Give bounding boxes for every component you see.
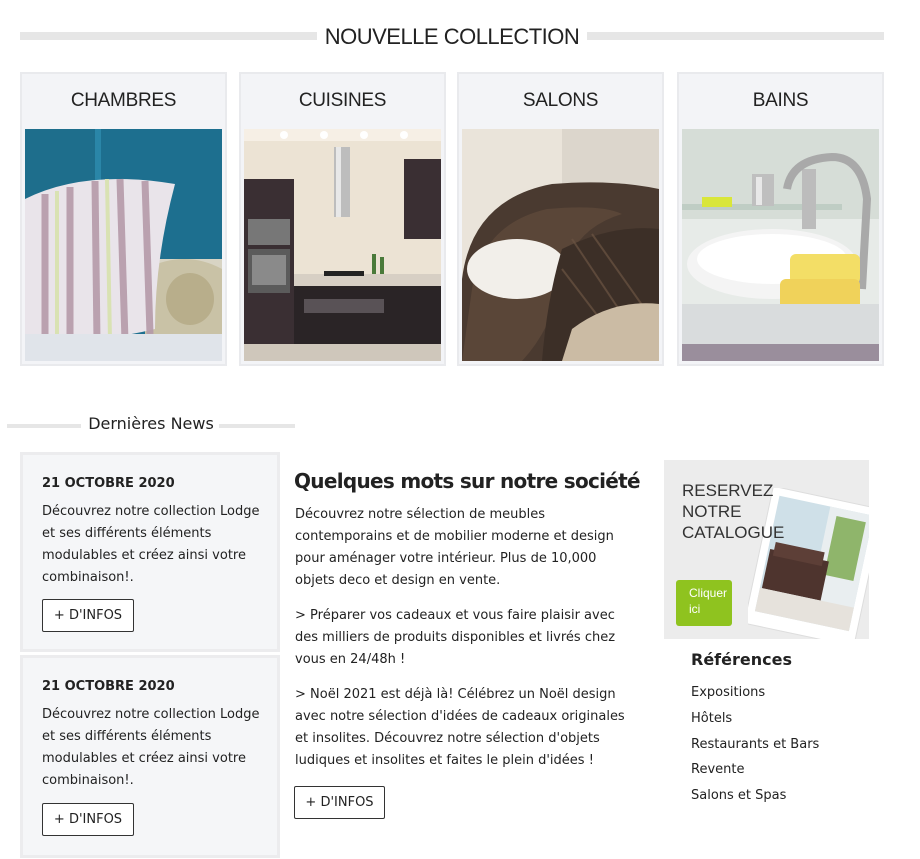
news-section-title: Dernières News (88, 414, 214, 433)
news-section-header: Dernières News (7, 414, 295, 436)
catalogue-promo-banner[interactable]: RESERVEZ NOTRE CATALOGUE Cliquer ici (664, 460, 869, 639)
about-title: Quelques mots sur notre société (294, 469, 641, 493)
references-title: Références (691, 650, 792, 669)
category-card-salons[interactable]: SALONS (457, 72, 664, 366)
news-date: 21 OCTOBRE 2020 (42, 679, 175, 694)
catalogue-click-button[interactable]: Cliquer ici (676, 580, 732, 626)
news-card: 21 OCTOBRE 2020 Découvrez notre collecti… (20, 452, 280, 652)
category-label: SALONS (522, 90, 599, 111)
references-list: Expositions Hôtels Restaurants et Bars R… (691, 680, 819, 809)
about-more-info-button[interactable]: + D'INFOS (294, 786, 385, 819)
category-card-bains[interactable]: BAINS (677, 72, 884, 366)
news-card: 21 OCTOBRE 2020 Découvrez notre collecti… (20, 655, 280, 858)
reference-link-hotels[interactable]: Hôtels (691, 706, 819, 732)
news-date: 21 OCTOBRE 2020 (42, 476, 175, 491)
category-image-bedroom[interactable] (25, 129, 222, 361)
news-more-info-button[interactable]: + D'INFOS (42, 803, 134, 836)
news-text: Découvrez notre collection Lodge et ses … (42, 707, 260, 788)
about-paragraph: > Préparer vos cadeaux et vous faire pla… (295, 608, 616, 667)
section-title-new-collection: NOUVELLE COLLECTION (0, 24, 904, 50)
category-label: BAINS (752, 90, 809, 111)
category-image-kitchen[interactable] (244, 129, 441, 361)
category-card-cuisines[interactable]: CUISINES (239, 72, 446, 366)
category-label: CHAMBRES (70, 90, 177, 111)
category-card-chambres[interactable]: CHAMBRES (20, 72, 227, 366)
catalogue-heading: RESERVEZ NOTRE CATALOGUE (682, 481, 785, 542)
category-image-bathroom[interactable] (682, 129, 879, 361)
category-image-living-room[interactable] (462, 129, 659, 361)
news-more-info-button[interactable]: + D'INFOS (42, 599, 134, 632)
about-paragraph: > Noël 2021 est déjà là! Célébrez un Noë… (295, 687, 625, 768)
reference-link-restaurants-bars[interactable]: Restaurants et Bars (691, 732, 819, 758)
reference-link-expositions[interactable]: Expositions (691, 680, 819, 706)
reference-link-salons-spas[interactable]: Salons et Spas (691, 783, 819, 809)
news-text: Découvrez notre collection Lodge et ses … (42, 504, 260, 585)
category-label: CUISINES (298, 90, 387, 111)
reference-link-revente[interactable]: Revente (691, 757, 819, 783)
about-paragraph: Découvrez notre sélection de meubles con… (295, 507, 614, 588)
